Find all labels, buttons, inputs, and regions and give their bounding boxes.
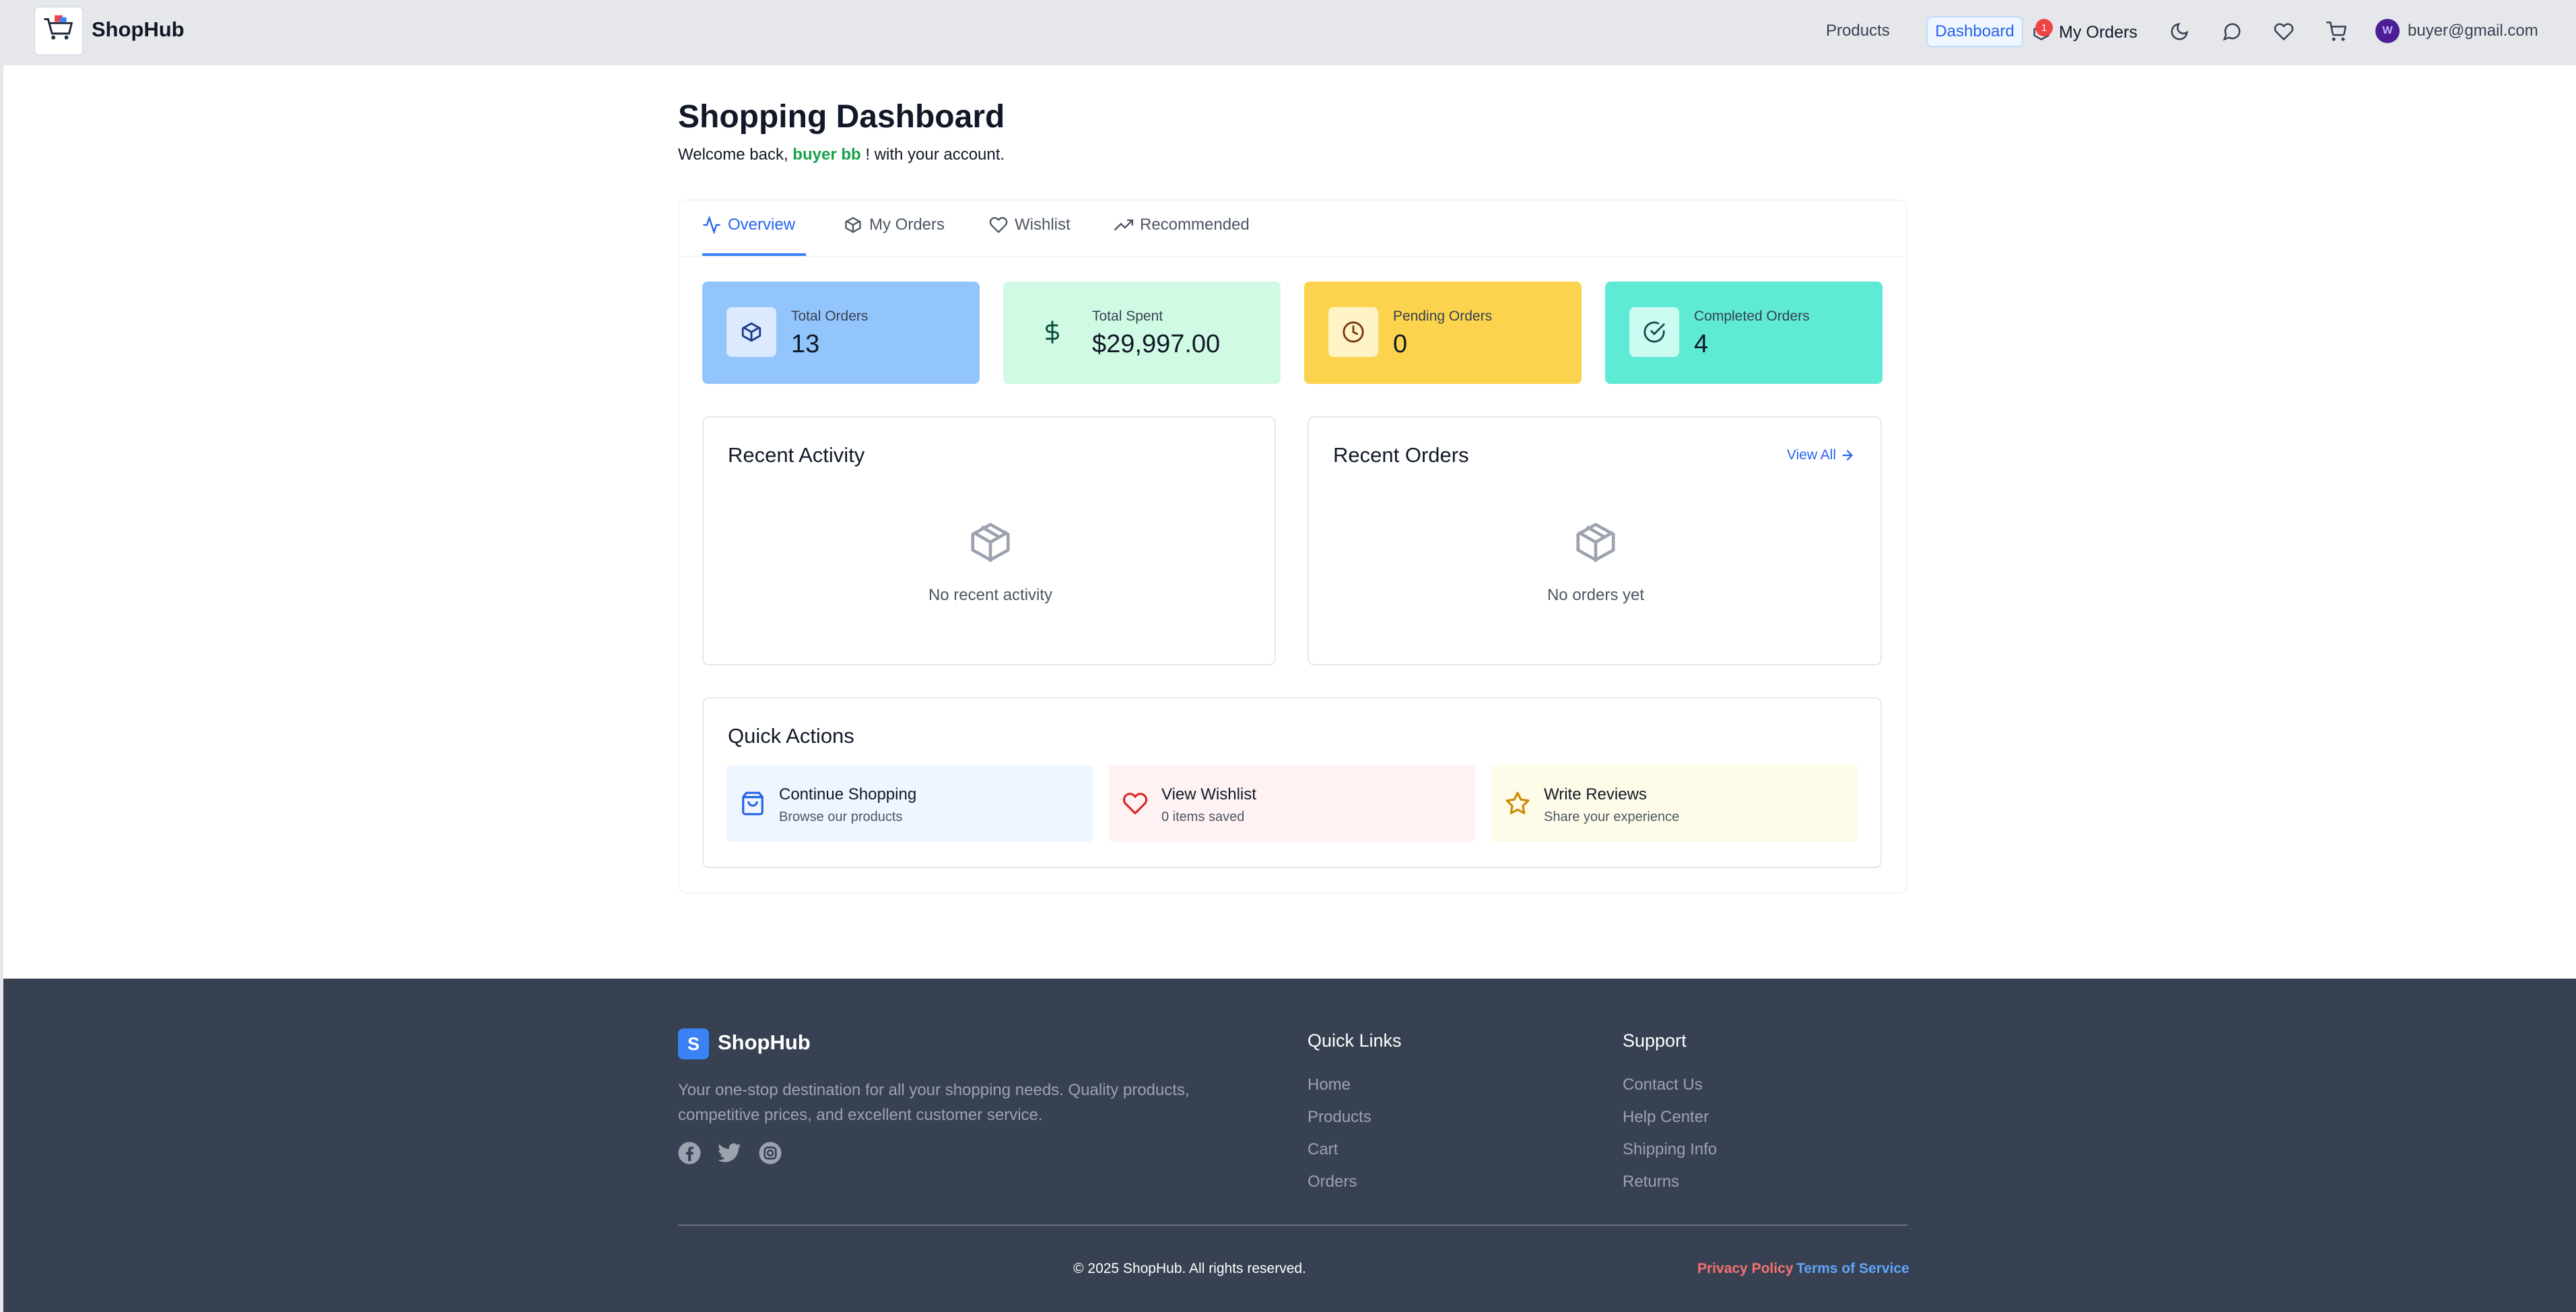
view-wishlist-button[interactable]: View Wishlist 0 items saved [1109,765,1475,842]
footer-link-products[interactable]: Products [1308,1108,1371,1127]
page-title: Shopping Dashboard [678,99,1005,135]
twitter-icon[interactable] [718,1141,742,1165]
stat-total-orders: Total Orders 13 [702,282,980,384]
footer-link-help[interactable]: Help Center [1623,1108,1709,1127]
quick-action-title: Write Reviews [1544,785,1647,803]
footer-link-contact[interactable]: Contact Us [1623,1076,1703,1094]
recent-orders-empty: No orders yet [1547,586,1645,604]
orders-count-badge: 1 [2035,19,2053,36]
package-icon: 1 [2032,19,2053,42]
stat-label: Total Spent [1092,308,1163,324]
top-navbar: ShopHub Products Dashboard 1 My Orders W… [0,0,2576,65]
cart-icon[interactable] [2326,22,2346,42]
tab-wishlist-label: Wishlist [1015,216,1071,234]
shopping-bag-icon [742,791,764,816]
package-icon [971,523,1010,562]
recent-activity-panel: Recent Activity No recent activity [702,416,1276,665]
stat-label: Total Orders [791,308,869,324]
footer-description: Your one-stop destination for all your s… [678,1081,1190,1124]
tab-wishlist[interactable]: Wishlist [989,216,1071,256]
footer-brand: ShopHub [718,1030,811,1054]
footer-link-orders[interactable]: Orders [1308,1173,1357,1191]
stat-label: Pending Orders [1393,308,1493,324]
stat-total-spent: Total Spent $29,997.00 [1003,282,1281,384]
package-icon [1576,523,1615,562]
footer-link-cart[interactable]: Cart [1308,1140,1338,1159]
privacy-policy-link[interactable]: Privacy Policy [1697,1261,1793,1277]
footer-link-returns[interactable]: Returns [1623,1173,1679,1191]
stat-completed-orders: Completed Orders 4 [1605,282,1883,384]
view-all-label: View All [1786,447,1836,463]
terms-of-service-link[interactable]: Terms of Service [1796,1261,1909,1277]
nav-my-orders-label: My Orders [2059,22,2138,42]
quick-actions-title: Quick Actions [728,724,854,748]
shopping-system-logo[interactable] [34,7,83,55]
dashboard-tabs: Overview My Orders Wishlist Recommended [678,199,1907,257]
check-circle-icon [1629,307,1679,357]
continue-shopping-button[interactable]: Continue Shopping Browse our products [726,765,1093,842]
recent-orders-title: Recent Orders [1333,443,1469,467]
stat-value: 4 [1694,330,1709,358]
trending-up-icon [1114,219,1133,231]
tab-overview-label: Overview [728,216,796,234]
tab-my-orders-label: My Orders [869,216,945,234]
arrow-right-icon [1842,450,1853,461]
brand-name[interactable]: ShopHub [92,18,184,42]
stat-value: 0 [1393,330,1408,358]
quick-action-subtitle: Share your experience [1544,810,1680,824]
stat-value: $29,997.00 [1092,330,1221,358]
nav-my-orders[interactable]: 1 My Orders [2032,19,2138,46]
heart-icon [1122,793,1148,815]
tab-recommended-label: Recommended [1140,216,1250,234]
quick-links-title: Quick Links [1308,1030,1402,1051]
welcome-suffix: ! with your account. [865,145,1005,164]
facebook-icon[interactable] [677,1141,702,1165]
tab-my-orders[interactable]: My Orders [844,216,945,256]
nav-products[interactable]: Products [1826,22,1890,40]
recent-orders-panel: Recent Orders View All No orders yet [1308,416,1882,665]
instagram-icon[interactable] [758,1141,782,1165]
welcome-prefix: Welcome back, [678,145,788,164]
tab-overview[interactable]: Overview [702,216,806,256]
package-icon [845,217,861,233]
stat-pending-orders: Pending Orders 0 [1304,282,1582,384]
welcome-message: Welcome back, buyer bb ! with your accou… [678,145,1005,164]
avatar: W [2375,19,2400,43]
welcome-username: buyer bb [792,145,861,164]
footer-link-shipping[interactable]: Shipping Info [1623,1140,1717,1159]
wishlist-heart-icon[interactable] [2274,22,2294,42]
activity-icon [703,216,720,234]
nav-dashboard[interactable]: Dashboard [1926,16,2023,47]
chat-icon[interactable] [2222,22,2242,42]
view-all-orders-link[interactable]: View All [1787,447,1855,463]
dollar-icon [1027,307,1077,357]
user-menu[interactable]: W buyer@gmail.com [2375,19,2538,43]
stat-label: Completed Orders [1694,308,1810,324]
copyright: © 2025 ShopHub. All rights reserved. [1073,1261,1306,1276]
moon-icon[interactable] [2169,22,2190,42]
write-reviews-button[interactable]: Write Reviews Share your experience [1491,765,1858,842]
support-title: Support [1623,1030,1687,1051]
heart-icon [989,217,1008,233]
quick-action-title: Continue Shopping [779,785,917,803]
stat-value: 13 [791,330,820,358]
recent-activity-title: Recent Activity [728,443,865,467]
recent-activity-empty: No recent activity [928,586,1053,604]
quick-action-subtitle: 0 items saved [1161,810,1245,824]
user-email: buyer@gmail.com [2408,22,2538,40]
star-icon [1505,791,1530,814]
tab-recommended[interactable]: Recommended [1114,216,1250,256]
quick-action-subtitle: Browse our products [779,810,903,824]
footer-link-home[interactable]: Home [1308,1076,1351,1094]
clock-icon [1328,307,1378,357]
footer-divider [678,1224,1907,1226]
package-icon [726,307,776,357]
quick-action-title: View Wishlist [1161,785,1256,803]
footer-logo: S [678,1028,709,1059]
